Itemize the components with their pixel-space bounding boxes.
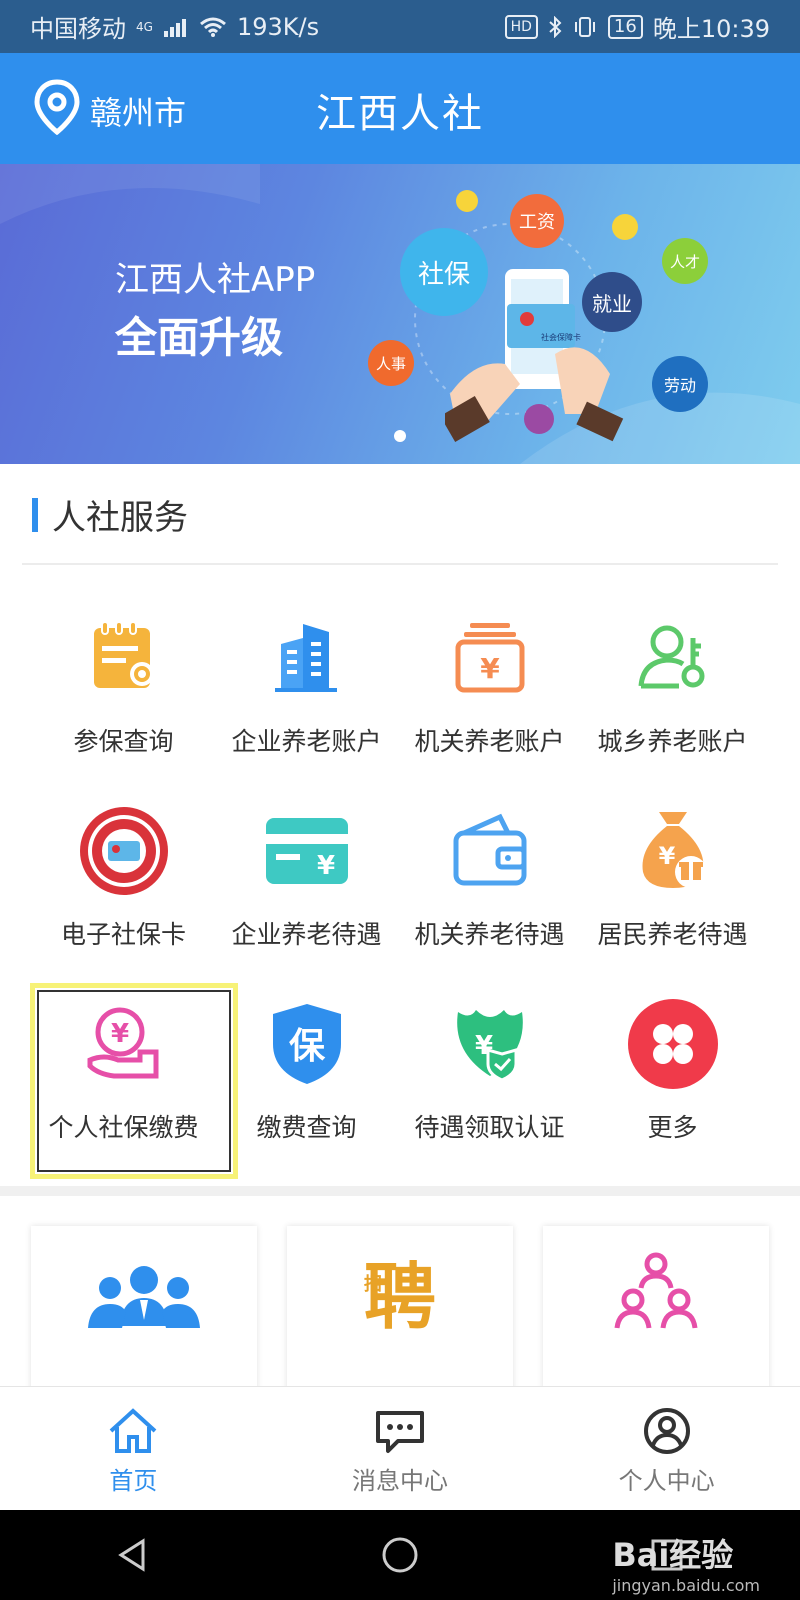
service-benefit-certification[interactable]: ¥ 待遇领取认证 [398, 996, 581, 1166]
service-label: 机关养老账户 [414, 727, 565, 756]
bubble-renshi: 人事 [368, 340, 414, 386]
svg-text:聘: 聘 [364, 1255, 436, 1339]
wifi-icon [199, 16, 227, 38]
carrier-name: 中国移动 [30, 15, 126, 43]
service-enterprise-pension-benefit[interactable]: ¥ 企业养老待遇 [215, 803, 398, 973]
tab-home[interactable]: 首页 [0, 1387, 267, 1511]
social-security-card-icon [76, 803, 172, 899]
banner-headline: 江西人社APP [115, 260, 316, 300]
service-label: 城乡养老账户 [597, 727, 748, 756]
vibrate-icon [572, 16, 598, 38]
service-label: 居民养老待遇 [597, 920, 748, 949]
bubble-shebao: 社保 [400, 228, 488, 316]
promo-banner[interactable]: 江西人社APP 全面升级 社会保障卡 社保 工资 就业 人才 人事 劳动 [0, 164, 800, 464]
clipboard-search-icon [76, 610, 172, 706]
service-enterprise-pension-account[interactable]: 企业养老账户 [215, 610, 398, 780]
status-bar: 中国移动 4G 193K/s HD 16 晚上10:39 [0, 0, 800, 53]
app-header: 赣州市 江西人社 [0, 53, 800, 164]
network-speed: 193K/s [236, 12, 320, 41]
service-urban-rural-pension-account[interactable]: 城乡养老账户 [581, 610, 764, 780]
page-title: 江西人社 [316, 91, 484, 137]
leaf-yuan-icon: ¥ [442, 996, 538, 1092]
service-label: 缴费查询 [256, 1113, 357, 1142]
bubble-rencai: 人才 [662, 238, 708, 284]
service-electronic-social-card[interactable]: 电子社保卡 [32, 803, 215, 973]
battery-icon: 16 [607, 14, 643, 39]
svg-text:¥: ¥ [658, 842, 675, 870]
clock: 晚上10:39 [652, 15, 770, 43]
section-header: 人社服务 [32, 490, 188, 539]
tab-label: 个人中心 [618, 1467, 715, 1495]
card-text: 社会保障卡 [541, 332, 581, 342]
purple-dot [524, 404, 554, 434]
service-label: 电子社保卡 [60, 920, 186, 949]
money-bag-icon: ¥ [625, 803, 721, 899]
building-icon [259, 610, 355, 706]
service-resident-pension-benefit[interactable]: ¥ 居民养老待遇 [581, 803, 764, 973]
svg-text:¥: ¥ [480, 652, 500, 685]
back-icon[interactable] [113, 1535, 153, 1575]
watermark-brand: Bai经验 [612, 1536, 734, 1574]
tab-profile[interactable]: 个人中心 [533, 1387, 800, 1511]
feature-card-recruitment[interactable]: 聘招 [287, 1226, 513, 1396]
svg-text:保: 保 [288, 1026, 325, 1067]
svg-text:¥: ¥ [316, 851, 334, 881]
yellow-dot [456, 190, 478, 212]
highlight-box [30, 983, 238, 1179]
service-payment-query[interactable]: 保 缴费查询 [215, 996, 398, 1166]
yuan-box-icon: ¥ [442, 610, 538, 706]
service-label: 企业养老账户 [231, 727, 382, 756]
service-label: 参保查询 [73, 727, 174, 756]
people-group-icon [88, 1266, 200, 1328]
wallet-icon [442, 803, 538, 899]
signal-icon [163, 17, 189, 37]
feature-card-organization[interactable] [543, 1226, 769, 1396]
message-icon [376, 1411, 424, 1453]
hd-icon: HD [504, 14, 538, 39]
section-separator [0, 1186, 800, 1196]
carousel-indicator[interactable] [394, 430, 406, 442]
feature-card-people[interactable] [31, 1226, 257, 1396]
service-more[interactable]: 更多 [581, 996, 764, 1166]
home-button-icon[interactable] [380, 1535, 420, 1575]
bubble-jiuye: 就业 [582, 272, 642, 332]
baidu-watermark: Bai经验 jingyan.baidu.com [612, 1530, 760, 1595]
yuan-card-icon: ¥ [259, 803, 355, 899]
banner-subheadline: 全面升级 [115, 313, 284, 362]
bubble-laodong: 劳动 [652, 356, 708, 412]
section-accent-bar [32, 497, 38, 532]
shield-bao-icon: 保 [259, 996, 355, 1092]
home-icon [109, 1408, 157, 1453]
svg-text:招: 招 [364, 1273, 382, 1295]
bubble-gongzi: 工资 [510, 194, 564, 248]
watermark-url: jingyan.baidu.com [612, 1576, 760, 1595]
service-insurance-query[interactable]: 参保查询 [32, 610, 215, 780]
service-label: 更多 [647, 1113, 698, 1142]
yellow-dot-2 [612, 214, 638, 240]
service-label: 企业养老待遇 [231, 920, 382, 949]
tab-label: 消息中心 [352, 1467, 448, 1495]
tab-messages[interactable]: 消息中心 [267, 1387, 534, 1511]
recruit-icon: 聘招 [364, 1255, 436, 1339]
organization-icon [614, 1252, 698, 1329]
section-title: 人社服务 [52, 498, 188, 538]
bluetooth-icon [548, 15, 562, 38]
service-label: 待遇领取认证 [414, 1113, 565, 1142]
network-type: 4G [136, 19, 153, 34]
service-label: 机关养老待遇 [414, 920, 565, 949]
more-icon [625, 996, 721, 1092]
service-institution-pension-account[interactable]: ¥ 机关养老账户 [398, 610, 581, 780]
user-icon [643, 1408, 690, 1454]
divider [22, 563, 778, 565]
service-institution-pension-benefit[interactable]: 机关养老待遇 [398, 803, 581, 973]
person-key-icon [625, 610, 721, 706]
bottom-tab-bar: 首页 消息中心 个人中心 [0, 1386, 800, 1511]
tab-label: 首页 [109, 1467, 158, 1495]
